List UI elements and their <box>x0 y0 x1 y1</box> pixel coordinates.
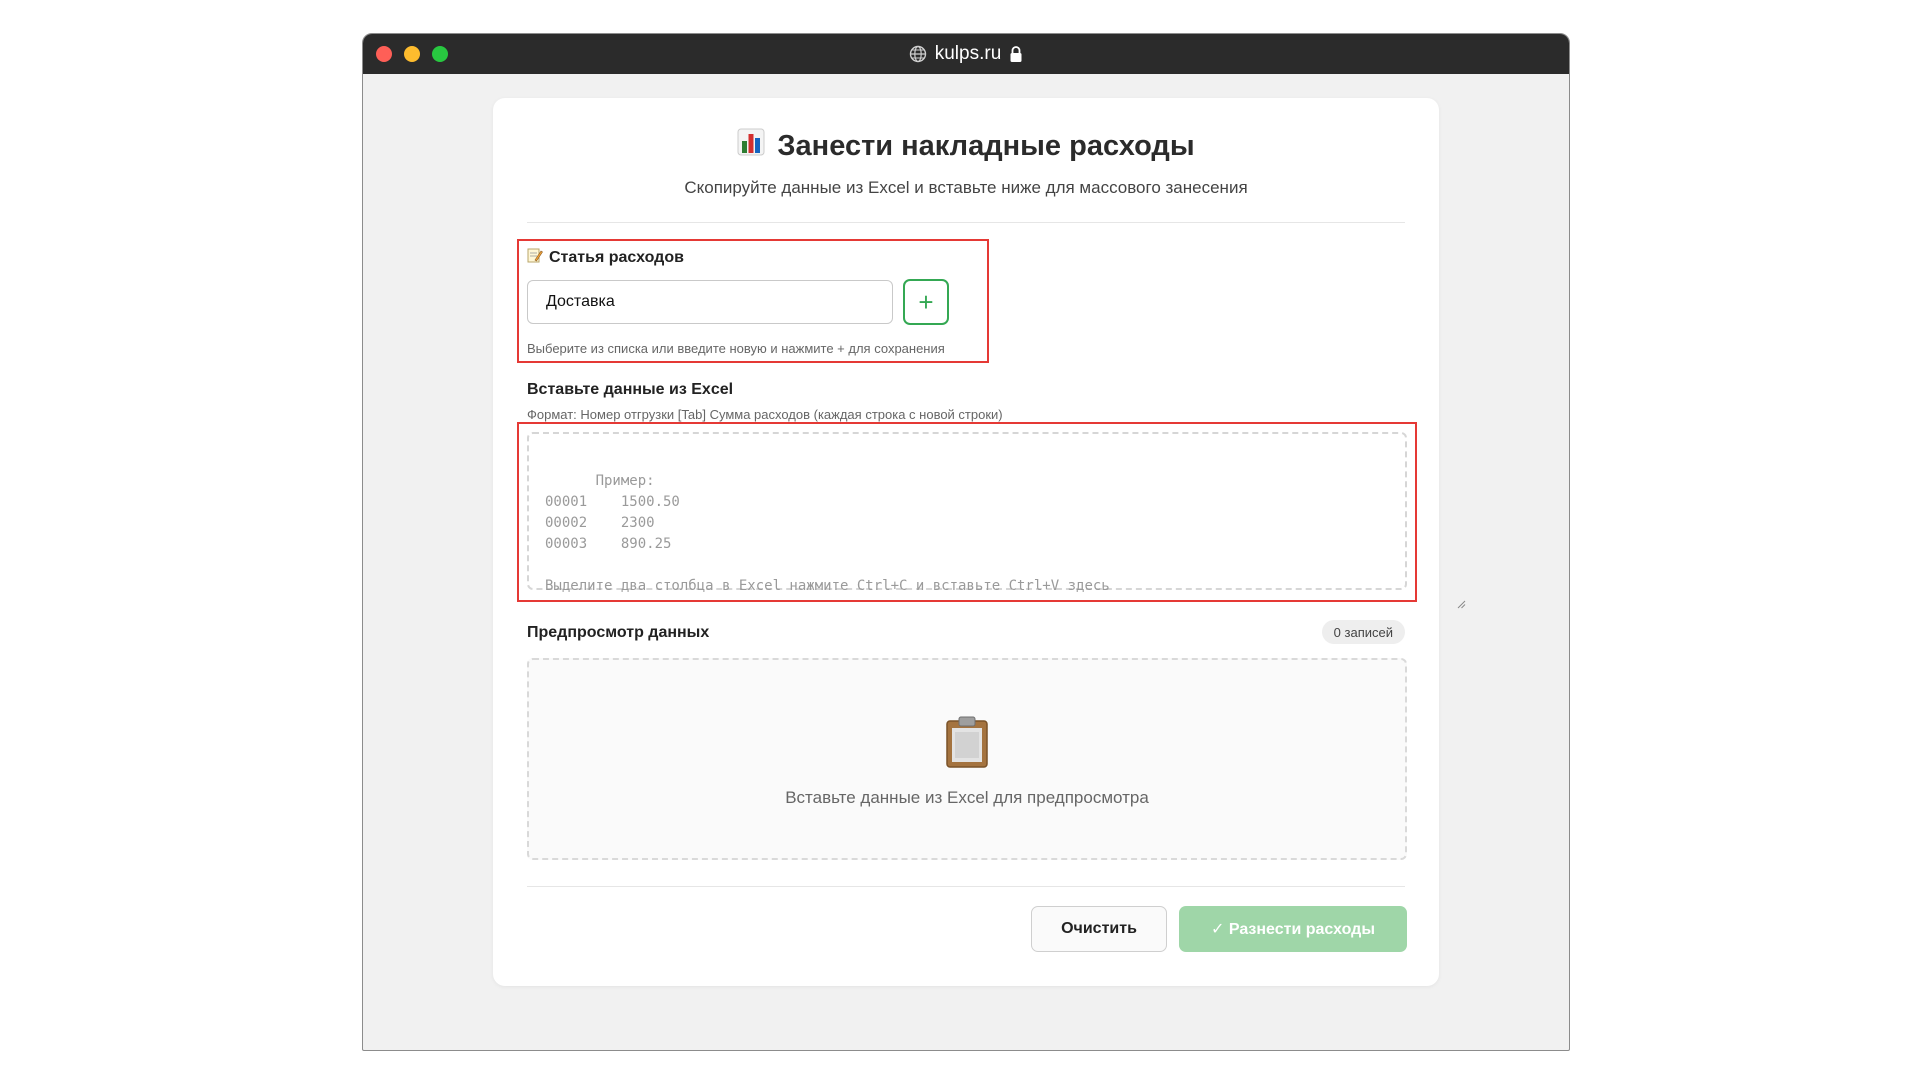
expense-item-input[interactable]: Доставка <box>527 280 893 324</box>
footer-divider <box>527 886 1405 887</box>
header-divider <box>527 222 1405 223</box>
page-subtitle: Скопируйте данные из Excel и вставьте ни… <box>684 178 1248 197</box>
clear-button[interactable]: Очистить <box>1031 906 1167 952</box>
records-count-badge: 0 записей <box>1321 620 1405 644</box>
paste-label: Вставьте данные из Excel <box>527 381 734 398</box>
expense-item-label-text: Статья расходов <box>549 248 684 266</box>
resize-handle-icon[interactable] <box>1389 574 1466 609</box>
form-header: Занести накладные расходы Скопируйте дан… <box>493 128 1439 198</box>
title-bar: kulps.ru <box>363 34 1569 74</box>
browser-window: kulps.ru Занести накладные расходы Скопи… <box>362 33 1570 1051</box>
bar-chart-icon <box>737 128 765 164</box>
preview-empty-text: Вставьте данные из Excel для предпросмот… <box>785 788 1149 807</box>
globe-icon <box>909 45 927 63</box>
page-title: Занести накладные расходы <box>737 128 1195 164</box>
url-text: kulps.ru <box>934 43 1002 64</box>
expense-form-card: Занести накладные расходы Скопируйте дан… <box>493 98 1466 986</box>
distribute-expenses-button[interactable]: ✓ Разнести расходы <box>1179 906 1407 952</box>
title-text: Занести накладные расходы <box>777 129 1195 162</box>
preview-area: Вставьте данные из Excel для предпросмот… <box>527 658 1407 860</box>
clipboard-icon <box>944 716 990 773</box>
expense-item-hint: Выберите из списка или введите новую и н… <box>527 341 945 356</box>
preview-label: Предпросмотр данных <box>527 624 710 641</box>
paste-textarea[interactable]: Пример: 00001 1500.50 00002 2300 00003 8… <box>527 432 1466 609</box>
expense-item-value: Доставка <box>546 293 615 310</box>
paste-placeholder: Пример: 00001 1500.50 00002 2300 00003 8… <box>545 473 1110 594</box>
lock-icon <box>1009 45 1023 63</box>
paste-format-hint: Формат: Номер отгрузки [Tab] Сумма расхо… <box>527 407 1003 422</box>
address-bar[interactable]: kulps.ru <box>363 34 1569 74</box>
add-expense-item-button[interactable]: + <box>903 279 949 325</box>
memo-icon <box>527 247 543 268</box>
expense-item-label: Статья расходов <box>527 247 684 268</box>
